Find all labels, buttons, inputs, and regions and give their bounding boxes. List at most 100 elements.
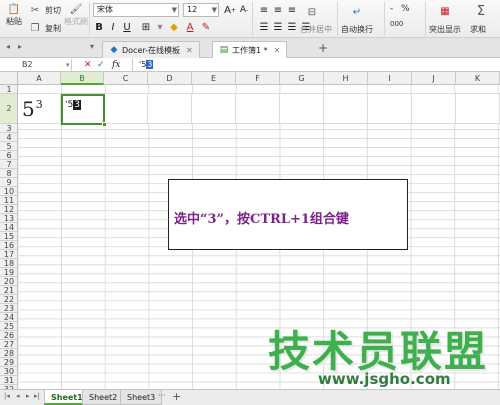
row-header-18[interactable]: 18	[0, 259, 17, 268]
new-tab-icon[interactable]: +	[318, 41, 328, 55]
align-right-icon[interactable]: ☰	[286, 20, 298, 34]
add-sheet-icon[interactable]: +	[172, 390, 181, 403]
column-header-d[interactable]: D	[148, 72, 192, 85]
formula-input[interactable]: '53	[132, 58, 500, 72]
row-header-9[interactable]: 9	[0, 178, 17, 187]
next-sheet-icon[interactable]: ▸	[26, 392, 30, 400]
close-icon[interactable]: ✕	[186, 46, 193, 55]
bold-button[interactable]: B	[93, 20, 105, 34]
row-header-24[interactable]: 24	[0, 313, 17, 322]
font-color-icon[interactable]: A	[184, 20, 196, 34]
tab-prev-icon[interactable]: ◂	[6, 42, 10, 51]
border-icon[interactable]: ⊞	[140, 20, 152, 34]
row-header-7[interactable]: 7	[0, 160, 17, 169]
column-header-a[interactable]: A	[18, 72, 61, 85]
row-header-27[interactable]: 27	[0, 340, 17, 349]
merge-center-button[interactable]: 合并居中	[300, 24, 332, 35]
tab-list-icon[interactable]: ▾	[90, 42, 94, 51]
align-bottom-icon[interactable]: ≡	[286, 3, 298, 17]
column-header-k[interactable]: K	[456, 72, 500, 85]
column-header-j[interactable]: J	[412, 72, 456, 85]
row-header-23[interactable]: 23	[0, 304, 17, 313]
row-header-28[interactable]: 28	[0, 349, 17, 358]
italic-button[interactable]: I	[107, 20, 119, 34]
row-header-2[interactable]: 2	[0, 94, 17, 124]
wrap-text-button[interactable]: 自动换行	[341, 24, 373, 35]
docer-icon: ◆	[110, 45, 118, 55]
increase-font-icon[interactable]: A +	[224, 3, 236, 17]
align-left-icon[interactable]: ☰	[258, 20, 270, 34]
row-header-10[interactable]: 10	[0, 187, 17, 196]
more-sheets-button[interactable]: ···	[158, 391, 166, 400]
cancel-icon[interactable]: ✕	[84, 58, 92, 72]
row-header-14[interactable]: 14	[0, 223, 17, 232]
cut-button[interactable]: ✂ 剪切	[28, 2, 61, 18]
paste-button[interactable]: 📋 粘贴	[4, 2, 24, 32]
column-header-g[interactable]: G	[280, 72, 324, 85]
column-header-h[interactable]: H	[324, 72, 368, 85]
format-painter-button[interactable]: 🖌 格式刷	[64, 2, 88, 32]
row-header-21[interactable]: 21	[0, 286, 17, 295]
wrap-text-icon: ↵	[352, 6, 362, 18]
prev-sheet-icon[interactable]: ◂	[16, 392, 20, 400]
row-header-1[interactable]: 1	[0, 85, 17, 94]
copy-button[interactable]: ❐ 复制	[28, 20, 61, 36]
row-header-5[interactable]: 5	[0, 142, 17, 151]
row-header-13[interactable]: 13	[0, 214, 17, 223]
sum-button[interactable]: 求和	[470, 24, 486, 35]
align-middle-icon[interactable]: ≡	[272, 3, 284, 17]
number-format-button[interactable]: -	[390, 4, 393, 14]
underline-button[interactable]: U	[121, 20, 133, 34]
column-header-c[interactable]: C	[104, 72, 148, 85]
row-header-6[interactable]: 6	[0, 151, 17, 160]
cell-b2-active[interactable]: '53	[61, 94, 105, 125]
tab-workbook1[interactable]: ▤ 工作簿1 * ✕	[212, 41, 288, 58]
row-header-26[interactable]: 26	[0, 331, 17, 340]
row-header-19[interactable]: 19	[0, 268, 17, 277]
row-header-15[interactable]: 15	[0, 232, 17, 241]
function-icon[interactable]: fx	[112, 58, 120, 72]
sheet-tab-2[interactable]: Sheet2	[82, 390, 125, 405]
column-header-b[interactable]: B	[61, 72, 104, 85]
chevron-down-icon[interactable]: ▾	[66, 58, 70, 72]
tab-next-icon[interactable]: ▸	[18, 42, 22, 51]
select-all-corner[interactable]	[0, 72, 18, 85]
row-header-8[interactable]: 8	[0, 169, 17, 178]
row-header-30[interactable]: 30	[0, 367, 17, 376]
first-sheet-icon[interactable]: |◂	[4, 392, 10, 400]
align-center-icon[interactable]: ☰	[272, 20, 284, 34]
column-header-i[interactable]: I	[368, 72, 412, 85]
row-header-12[interactable]: 12	[0, 205, 17, 214]
row-header-17[interactable]: 17	[0, 250, 17, 259]
row-header-16[interactable]: 16	[0, 241, 17, 250]
row-header-31[interactable]: 31	[0, 376, 17, 385]
column-header-e[interactable]: E	[192, 72, 236, 85]
column-header-f[interactable]: F	[236, 72, 280, 85]
row-header-25[interactable]: 25	[0, 322, 17, 331]
name-box[interactable]: B2	[18, 59, 72, 71]
confirm-icon[interactable]: ✓	[97, 58, 105, 72]
last-sheet-icon[interactable]: ▸|	[34, 392, 40, 400]
chevron-down-icon[interactable]: ▾	[154, 20, 166, 34]
tab-docer-templates[interactable]: ◆ Docer-在线模板 ✕	[102, 41, 200, 58]
cell-a2[interactable]: 53	[20, 96, 60, 122]
row-header-29[interactable]: 29	[0, 358, 17, 367]
font-size-select[interactable]: 12 ▼	[183, 3, 219, 17]
percent-button[interactable]: %	[401, 4, 410, 14]
close-icon[interactable]: ✕	[274, 46, 281, 55]
document-tab-bar: ◂ ▸ ▾ ◆ Docer-在线模板 ✕ ▤ 工作簿1 * ✕ +	[0, 38, 500, 58]
clear-format-icon[interactable]: ✎	[200, 20, 212, 34]
thousands-button[interactable]: 000	[390, 20, 403, 28]
row-header-3[interactable]: 3	[0, 124, 17, 133]
decrease-font-icon[interactable]: A-	[238, 3, 250, 17]
row-header-4[interactable]: 4	[0, 133, 17, 142]
row-header-11[interactable]: 11	[0, 196, 17, 205]
sheet-tab-3[interactable]: Sheet3	[120, 390, 163, 405]
row-header-22[interactable]: 22	[0, 295, 17, 304]
font-name-select[interactable]: 宋体 ▼	[93, 3, 179, 17]
align-top-icon[interactable]: ≡	[258, 3, 270, 17]
highlight-button[interactable]: 突出显示	[429, 24, 461, 35]
row-header-20[interactable]: 20	[0, 277, 17, 286]
fill-color-icon[interactable]: ◆	[168, 20, 180, 34]
fill-handle[interactable]	[102, 122, 107, 127]
